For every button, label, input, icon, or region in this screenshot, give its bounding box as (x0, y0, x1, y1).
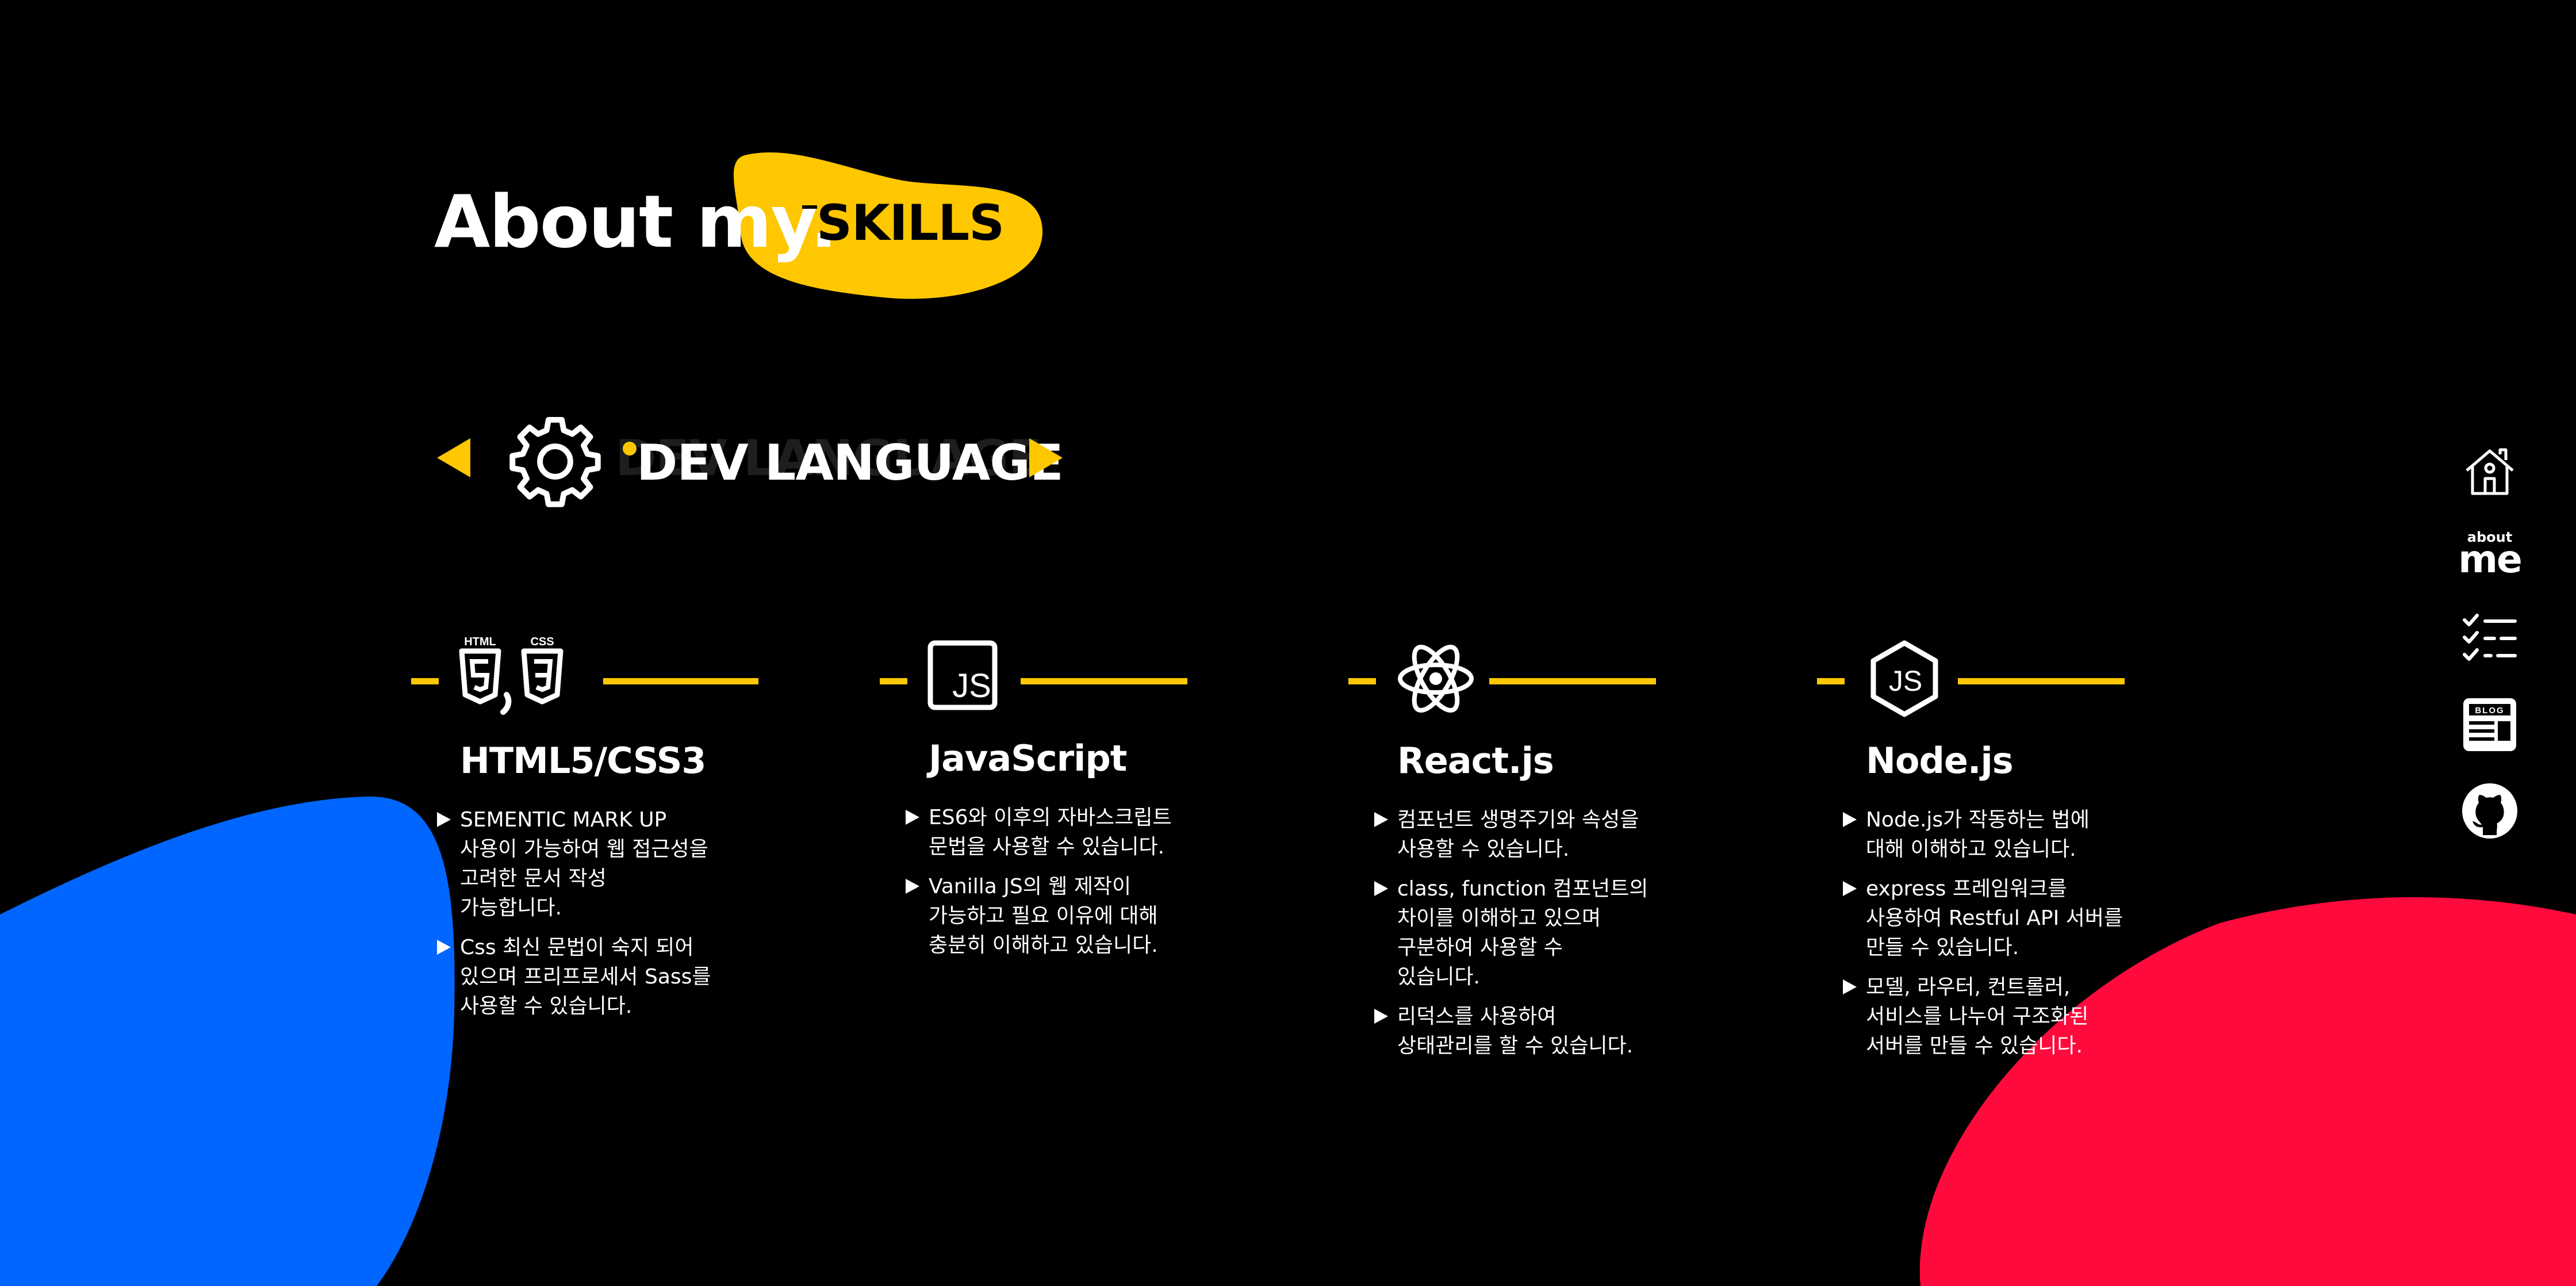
nav-about-me[interactable]: about me (2455, 518, 2524, 587)
skill-item-text: 모델, 라우터, 컨트롤러, 서비스를 나누어 구조화된 서버를 만들 수 있습… (1866, 975, 2089, 1058)
page-title: About my. SKILLS (434, 147, 1067, 308)
skill-description-list: Node.js가 작동하는 법에 대해 이해하고 있습니다. express 프… (1843, 805, 2165, 1071)
skill-line-right (603, 678, 758, 684)
skill-item-text: ES6와 이후의 자바스크립트 문법을 사용할 수 있습니다. (929, 806, 1172, 859)
about-me-big-text: me (2458, 537, 2523, 581)
nav-github[interactable] (2455, 776, 2524, 845)
html5-css3-icon: HTML CSS (459, 636, 564, 715)
skill-item-text: Css 최신 문법이 숙지 되어 있으며 프리프로세서 Sass를 사용할 수 … (460, 936, 711, 1018)
skill-line-right (1021, 678, 1187, 684)
bullet-icon (906, 879, 919, 894)
blog-icon-label: BLOG (2475, 706, 2504, 715)
css-badge-label: CSS (530, 636, 554, 648)
skill-item-text: Vanilla JS의 웹 제작이 가능하고 필요 이유에 대해 충분히 이해하… (929, 875, 1158, 957)
skill-card-javascript: JS JavaScript ES6와 이후의 자바스크립트 문법을 사용할 수 … (880, 633, 1340, 1093)
skill-description-list: 컴포넌트 생명주기와 속성을 사용할 수 있습니다. class, functi… (1374, 805, 1696, 1071)
skill-item: ES6와 이후의 자바스크립트 문법을 사용할 수 있습니다. (906, 803, 1228, 862)
bullet-icon (437, 940, 451, 955)
next-category-button[interactable] (1029, 438, 1063, 477)
bullet-icon (1843, 812, 1857, 827)
node-badge-label: JS (1889, 665, 1922, 697)
bullet-icon (1374, 812, 1388, 827)
skill-card-react: React.js 컴포넌트 생명주기와 속성을 사용할 수 있습니다. clas… (1348, 633, 1808, 1093)
skill-item: SEMENTIC MARK UP 사용이 가능하여 웹 접근성을 고려한 문서 … (437, 805, 759, 923)
title-accent-text: SKILLS (816, 194, 1005, 252)
nav-skills[interactable] (2455, 604, 2524, 673)
category-carousel: DEV LANGUAGE DEV LANGUAGE (434, 414, 1072, 509)
home-icon (2466, 448, 2514, 495)
skill-name: Node.js (1866, 740, 2014, 782)
skill-item: 리덕스를 사용하여 상태관리를 할 수 있습니다. (1374, 1002, 1696, 1061)
skill-item: express 프레임워크를 사용하여 Restful API 서버를 만들 수… (1843, 874, 2165, 962)
bullet-icon (437, 812, 451, 827)
bullet-icon (1374, 881, 1388, 896)
skill-item: Node.js가 작동하는 법에 대해 이해하고 있습니다. (1843, 805, 2165, 864)
skill-name: JavaScript (929, 737, 1127, 779)
js-badge-label: JS (952, 667, 991, 705)
skill-item-text: SEMENTIC MARK UP 사용이 가능하여 웹 접근성을 고려한 문서 … (460, 808, 708, 920)
skill-line-left (1817, 678, 1845, 684)
title-dash-decoration (802, 205, 817, 209)
skill-item-text: Node.js가 작동하는 법에 대해 이해하고 있습니다. (1866, 808, 2090, 861)
skill-item: Vanilla JS의 웹 제작이 가능하고 필요 이유에 대해 충분히 이해하… (906, 872, 1228, 960)
category-dot (623, 442, 637, 456)
skill-item-text: express 프레임워크를 사용하여 Restful API 서버를 만들 수… (1866, 877, 2123, 959)
bullet-icon (1843, 979, 1857, 994)
skill-item-text: 컴포넌트 생명주기와 속성을 사용할 수 있습니다. (1397, 808, 1639, 861)
skill-line-right (1489, 678, 1656, 684)
bullet-icon (1374, 1009, 1388, 1024)
skill-item: Css 최신 문법이 숙지 되어 있으며 프리프로세서 Sass를 사용할 수 … (437, 933, 759, 1021)
bullet-icon (906, 810, 919, 825)
bullet-icon (1843, 881, 1857, 896)
skill-description-list: SEMENTIC MARK UP 사용이 가능하여 웹 접근성을 고려한 문서 … (437, 805, 759, 1031)
skill-item: 모델, 라우터, 컨트롤러, 서비스를 나누어 구조화된 서버를 만들 수 있습… (1843, 973, 2165, 1061)
skill-description-list: ES6와 이후의 자바스크립트 문법을 사용할 수 있습니다. Vanilla … (906, 803, 1228, 970)
skill-item: 컴포넌트 생명주기와 속성을 사용할 수 있습니다. (1374, 805, 1696, 864)
skill-line-left (1348, 678, 1376, 684)
checklist-icon (2463, 614, 2517, 661)
github-icon (2462, 783, 2517, 839)
nav-home[interactable] (2455, 437, 2524, 506)
skill-line-left (411, 678, 439, 684)
title-main-text: About my. (434, 179, 838, 264)
skill-card-nodejs: JS Node.js Node.js가 작동하는 법에 대해 이해하고 있습니다… (1817, 633, 2277, 1093)
skill-name: React.js (1397, 740, 1554, 782)
skill-item-text: 리덕스를 사용하여 상태관리를 할 수 있습니다. (1397, 1005, 1634, 1058)
nav-blog[interactable]: BLOG (2455, 690, 2524, 759)
skill-name: HTML5/CSS3 (460, 740, 706, 782)
prev-category-button[interactable] (437, 438, 470, 477)
skill-card-html-css: HTML CSS HTML5/CSS3 SEMENTIC MARK UP 사용이… (411, 633, 871, 1093)
category-label: DEV LANGUAGE (637, 434, 1064, 492)
html-badge-label: HTML (464, 636, 496, 648)
skill-item: class, function 컴포넌트의 차이를 이해하고 있으며 구분하여 … (1374, 874, 1696, 992)
gear-icon (509, 416, 601, 507)
skill-item-text: class, function 컴포넌트의 차이를 이해하고 있으며 구분하여 … (1397, 877, 1649, 989)
blog-icon: BLOG (2463, 698, 2516, 751)
skill-line-left (880, 678, 907, 684)
skill-line-right (1958, 678, 2125, 684)
